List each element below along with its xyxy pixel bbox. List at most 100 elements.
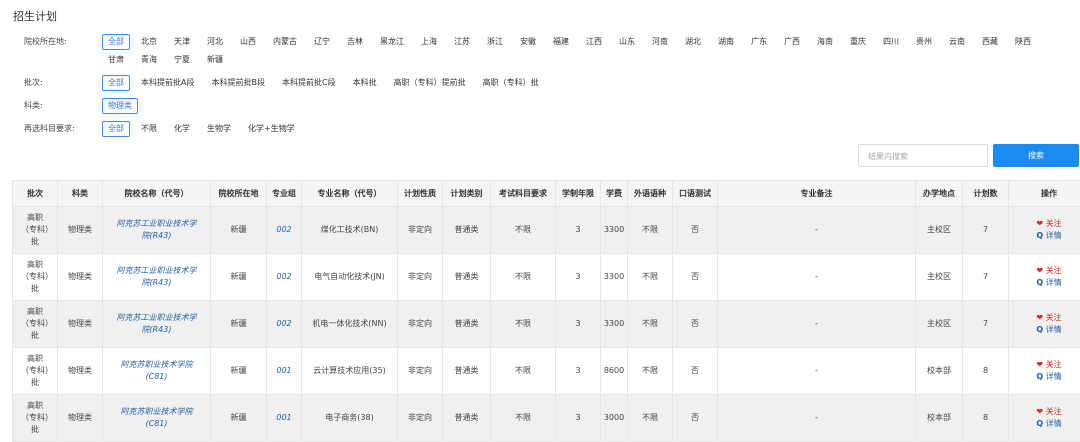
filter-option[interactable]: 本科批 xyxy=(347,75,383,91)
school-name-link[interactable]: 阿克苏工业职业技术学院(R43) xyxy=(102,300,211,348)
filter-option[interactable]: 物理类 xyxy=(102,98,138,114)
table-cell: - xyxy=(717,253,916,301)
filter-option[interactable]: 四川 xyxy=(877,34,905,50)
major-group: 002 xyxy=(266,300,302,348)
filter-option[interactable]: 北京 xyxy=(135,34,163,50)
filter-option[interactable]: 河北 xyxy=(201,34,229,50)
heart-icon: ❤ xyxy=(1036,313,1044,322)
table-cell: 不限 xyxy=(627,347,673,395)
filter-option[interactable]: 内蒙古 xyxy=(267,34,303,50)
table-cell: 不限 xyxy=(490,253,556,301)
filter-option[interactable]: 宁夏 xyxy=(168,52,196,68)
filter-option[interactable]: 贵州 xyxy=(910,34,938,50)
heart-icon: ❤ xyxy=(1036,219,1044,228)
filter-option[interactable]: 广东 xyxy=(745,34,773,50)
actions-cell: ❤ 关注 Q 详情 xyxy=(1008,206,1080,254)
filter-option[interactable]: 山东 xyxy=(613,34,641,50)
column-header: 学费 xyxy=(600,180,628,207)
heart-icon: ❤ xyxy=(1036,360,1044,369)
detail-button[interactable]: Q 详情 xyxy=(1009,230,1080,242)
filter-option[interactable]: 上海 xyxy=(415,34,443,50)
table-cell: 非定向 xyxy=(397,253,443,301)
follow-button[interactable]: ❤ 关注 xyxy=(1009,265,1080,277)
filter-option[interactable]: 重庆 xyxy=(844,34,872,50)
table-cell: 3000 xyxy=(600,394,628,442)
filter-option[interactable]: 吉林 xyxy=(341,34,369,50)
filter-option[interactable]: 辽宁 xyxy=(308,34,336,50)
detail-button[interactable]: Q 详情 xyxy=(1009,324,1080,336)
major-group: 002 xyxy=(266,253,302,301)
filter-option[interactable]: 全部 xyxy=(102,75,130,91)
table-cell: 否 xyxy=(672,206,718,254)
filter-row: 再选科目要求: 全部 不限 化学 生物学 化学+生物学 xyxy=(0,120,1080,138)
filter-label: 再选科目要求: xyxy=(24,124,75,133)
search-button[interactable]: 搜索 xyxy=(993,144,1079,167)
follow-label: 关注 xyxy=(1045,360,1062,369)
filter-option[interactable]: 新疆 xyxy=(201,52,229,68)
school-name-link[interactable]: 阿克苏职业技术学院(C81) xyxy=(102,394,211,442)
major-group: 002 xyxy=(266,206,302,254)
table-cell: 新疆 xyxy=(210,347,267,395)
filter-option[interactable]: 高职（专科）提前批 xyxy=(388,75,472,91)
table-cell: 物理类 xyxy=(57,253,103,301)
filter-option[interactable]: 江西 xyxy=(580,34,608,50)
table-cell: 3 xyxy=(555,300,601,348)
filter-option[interactable]: 福建 xyxy=(547,34,575,50)
detail-label: 详情 xyxy=(1045,278,1062,287)
search-input[interactable]: 结果内搜索 xyxy=(858,144,988,167)
detail-button[interactable]: Q 详情 xyxy=(1009,418,1080,430)
table-cell: 物理类 xyxy=(57,394,103,442)
filter-option[interactable]: 本科提前批B段 xyxy=(205,75,271,91)
filter-option[interactable]: 陕西 xyxy=(1009,34,1037,50)
filter-option[interactable]: 天津 xyxy=(168,34,196,50)
filter-label: 批次: xyxy=(24,78,43,87)
filter-option[interactable]: 安徽 xyxy=(514,34,542,50)
filter-option[interactable]: 全部 xyxy=(102,121,130,137)
table-cell: 物理类 xyxy=(57,300,103,348)
filter-option[interactable]: 山西 xyxy=(234,34,262,50)
filter-option[interactable]: 本科提前批A段 xyxy=(135,75,200,91)
column-header: 学制年限 xyxy=(555,180,601,207)
filter-option[interactable]: 云南 xyxy=(943,34,971,50)
detail-button[interactable]: Q 详情 xyxy=(1009,277,1080,289)
filter-option[interactable]: 西藏 xyxy=(976,34,1004,50)
school-name-link[interactable]: 阿克苏工业职业技术学院(R43) xyxy=(102,206,211,254)
school-name-link[interactable]: 阿克苏工业职业技术学院(R43) xyxy=(102,253,211,301)
filter-option[interactable]: 全部 xyxy=(102,34,130,50)
table-cell: 校本部 xyxy=(915,394,963,442)
detail-label: 详情 xyxy=(1045,231,1062,240)
filter-option[interactable]: 江苏 xyxy=(448,34,476,50)
table-cell: 非定向 xyxy=(397,394,443,442)
filter-option[interactable]: 甘肃 xyxy=(102,52,130,68)
follow-button[interactable]: ❤ 关注 xyxy=(1009,312,1080,324)
filter-option[interactable]: 化学+生物学 xyxy=(242,121,301,137)
filter-option[interactable]: 青海 xyxy=(135,52,163,68)
filter-option[interactable]: 河南 xyxy=(646,34,674,50)
table-cell: 电子商务(38) xyxy=(301,394,398,442)
filter-options: 物理类 xyxy=(102,97,1080,115)
detail-button[interactable]: Q 详情 xyxy=(1009,371,1080,383)
filter-option[interactable]: 生物学 xyxy=(201,121,237,137)
actions-cell: ❤ 关注 Q 详情 xyxy=(1008,253,1080,301)
table-cell: 3300 xyxy=(600,206,628,254)
filter-option[interactable]: 海南 xyxy=(811,34,839,50)
table-cell: - xyxy=(717,347,916,395)
filter-option[interactable]: 黑龙江 xyxy=(374,34,410,50)
follow-label: 关注 xyxy=(1045,313,1062,322)
filter-option[interactable]: 不限 xyxy=(135,121,163,137)
filter-option[interactable]: 高职（专科）批 xyxy=(477,75,545,91)
column-header: 外语语种 xyxy=(627,180,673,207)
filter-option[interactable]: 湖北 xyxy=(679,34,707,50)
filter-option[interactable]: 广西 xyxy=(778,34,806,50)
filter-option[interactable]: 浙江 xyxy=(481,34,509,50)
table-cell: 普通类 xyxy=(442,253,491,301)
column-header: 批次 xyxy=(12,180,58,207)
follow-button[interactable]: ❤ 关注 xyxy=(1009,218,1080,230)
follow-button[interactable]: ❤ 关注 xyxy=(1009,359,1080,371)
school-name-link[interactable]: 阿克苏职业技术学院(C81) xyxy=(102,347,211,395)
follow-button[interactable]: ❤ 关注 xyxy=(1009,406,1080,418)
filter-option[interactable]: 湖南 xyxy=(712,34,740,50)
filter-option[interactable]: 化学 xyxy=(168,121,196,137)
filter-option[interactable]: 本科提前批C段 xyxy=(276,75,342,91)
follow-label: 关注 xyxy=(1045,219,1062,228)
